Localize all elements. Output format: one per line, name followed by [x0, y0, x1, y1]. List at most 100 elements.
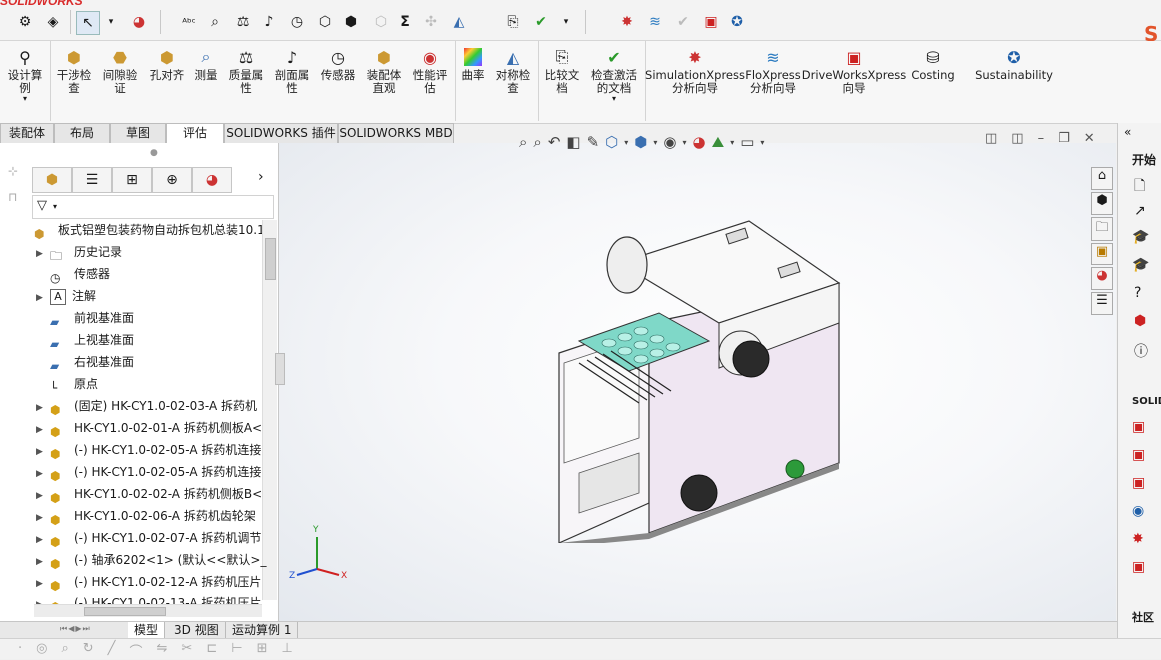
tutorial-icon[interactable]: 🎓: [1132, 257, 1149, 273]
driveworks-button[interactable]: ▣ DriveWorksXpress 向导: [802, 45, 906, 95]
measure-icon[interactable]: ⌕: [204, 11, 226, 33]
home-icon[interactable]: ⌂: [1091, 167, 1113, 190]
circle-icon[interactable]: ◎: [36, 641, 47, 660]
costing-button[interactable]: ⛁ Costing: [906, 45, 960, 82]
performance-button[interactable]: ◉ 性能评 估: [408, 45, 452, 95]
tab-model[interactable]: 模型: [128, 622, 166, 638]
tree-root[interactable]: ⬢ 板式铝塑包装药物自动拆包机总装10.1: [34, 219, 262, 241]
appearance-icon[interactable]: ◕: [128, 11, 150, 33]
driveworks-icon[interactable]: ▣: [700, 11, 722, 33]
prev-tab-icon[interactable]: ◀: [68, 624, 74, 636]
tree-scrollbar[interactable]: [262, 220, 277, 600]
filter-bar[interactable]: ▽ ▾: [32, 195, 274, 219]
zoom-to-fit-icon[interactable]: ⌕: [519, 133, 527, 151]
relation-icon[interactable]: ⊥: [281, 641, 292, 660]
display-manager-icon[interactable]: ◕: [192, 167, 232, 193]
tile-right-icon[interactable]: ◫: [1011, 131, 1023, 146]
tree-item-front-plane[interactable]: ▰ 前视基准面: [36, 307, 134, 329]
resource-icon[interactable]: ▣: [1132, 419, 1145, 435]
tree-item-right-plane[interactable]: ▰ 右视基准面: [36, 351, 134, 373]
resource-icon[interactable]: ▣: [1132, 559, 1145, 575]
first-tab-icon[interactable]: ⏮: [60, 624, 67, 636]
next-tab-icon[interactable]: ▶: [75, 624, 81, 636]
chevron-right-icon[interactable]: ›: [258, 169, 264, 185]
chevron-down-icon[interactable]: ▾: [683, 138, 687, 147]
edit-appearance-icon[interactable]: ◕: [693, 133, 706, 151]
measure-button[interactable]: ⌕ 测量: [190, 45, 222, 82]
floxpress-button[interactable]: ≋ FloXpress 分析向导: [744, 45, 802, 95]
chevron-down-icon[interactable]: ▾: [730, 138, 734, 147]
tutorial-icon[interactable]: 🎓: [1132, 229, 1149, 245]
dynamic-annotation-icon[interactable]: ✎: [587, 133, 600, 151]
tree-item-history[interactable]: ▶ 🗀 历史记录: [36, 241, 122, 263]
restore-icon[interactable]: ❐: [1058, 131, 1070, 146]
rotate-icon[interactable]: ↻: [83, 641, 94, 660]
tree-item-component[interactable]: ▶ ⬢ HK-CY1.0-02-01-A 拆药机侧板A<: [36, 417, 262, 439]
chevron-down-icon[interactable]: ▾: [653, 138, 657, 147]
simulation-icon[interactable]: ✸: [616, 11, 638, 33]
scrollbar-thumb[interactable]: [84, 607, 166, 616]
tree-item-origin[interactable]: └ 原点: [36, 373, 98, 395]
tab-solidworks-mbd[interactable]: SOLIDWORKS MBD: [338, 123, 454, 143]
check-icon[interactable]: ✔: [530, 11, 552, 33]
new-doc-icon[interactable]: 🗋: [1134, 175, 1145, 199]
dimxpert-icon[interactable]: ⊕: [152, 167, 192, 193]
chevron-down-icon[interactable]: ▾: [760, 138, 764, 147]
line-icon[interactable]: ╱: [108, 641, 116, 660]
tree-item-component[interactable]: ▶ ⬢ (-) HK-CY1.0-02-07-A 拆药机调节: [36, 527, 261, 549]
curvature-button[interactable]: 曲率: [458, 45, 488, 82]
tree-item-annotations[interactable]: ▶ A 注解: [36, 285, 96, 307]
graphics-viewport[interactable]: ⌕ ⌕ ↶ ◧ ✎ ⬡ ▾ ⬢ ▾ ◉ ▾ ◕ ⛰ ▾ ▭ ▾ ◫ ◫ – ❐ …: [275, 131, 1116, 621]
point-icon[interactable]: ·: [18, 641, 22, 660]
balance-icon[interactable]: ⚖: [232, 11, 254, 33]
select-pointer-icon[interactable]: ↖: [76, 11, 100, 35]
shield-icon[interactable]: ⬡: [370, 11, 392, 33]
view-palette-icon[interactable]: ▣: [1091, 242, 1113, 266]
tree-item-sensors[interactable]: ◷ 传感器: [36, 263, 110, 285]
display-style-icon[interactable]: ⬢: [634, 133, 647, 151]
property-manager-icon[interactable]: ☰: [72, 167, 112, 193]
flow-icon[interactable]: ≋: [644, 11, 666, 33]
view-orientation-icon[interactable]: ⬡: [605, 133, 618, 151]
zoom-area-icon[interactable]: ⌕: [533, 133, 541, 151]
configuration-manager-icon[interactable]: ⊞: [112, 167, 152, 193]
mirror-icon[interactable]: ⇋: [157, 641, 168, 660]
tab-evaluate[interactable]: 评估: [166, 123, 224, 143]
box-check-icon[interactable]: ⬢: [340, 11, 362, 33]
offset-icon[interactable]: ⊏: [206, 641, 217, 660]
last-tab-icon[interactable]: ⏭: [83, 624, 90, 636]
resource-icon[interactable]: ◉: [1132, 503, 1144, 519]
assembly-icon[interactable]: ⬡: [314, 11, 336, 33]
previous-view-icon[interactable]: ↶: [548, 133, 561, 151]
store-icon[interactable]: ⬢: [1134, 313, 1146, 329]
tab-motion-study[interactable]: 运动算例 1: [226, 622, 299, 638]
collapse-pane-icon[interactable]: «: [1124, 125, 1131, 139]
tab-sketch[interactable]: 草图: [110, 123, 166, 143]
flatten-icon[interactable]: ⊓: [8, 190, 17, 204]
minimize-icon[interactable]: –: [1038, 131, 1045, 146]
options-icon[interactable]: ⚙: [14, 11, 36, 33]
info-icon[interactable]: ⓘ: [1134, 341, 1148, 361]
resource-icon[interactable]: ✸: [1132, 531, 1144, 547]
file-explorer-icon[interactable]: 🗀: [1091, 216, 1113, 241]
sum-icon[interactable]: Σ: [394, 11, 416, 33]
tab-solidworks-addins[interactable]: SOLIDWORKS 插件: [224, 123, 338, 143]
symmetry-button[interactable]: ◭ 对称检 查: [492, 45, 534, 95]
view-settings-icon[interactable]: ▭: [740, 133, 754, 151]
tree-item-component[interactable]: ▶ ⬢ (-) HK-CY1.0-02-05-A 拆药机连接: [36, 461, 261, 483]
hole-align-button[interactable]: ⬢ 孔对齐: [146, 45, 188, 82]
cross-arrows-icon[interactable]: ✣: [420, 11, 442, 33]
feature-manager-icon[interactable]: ⬢: [32, 167, 72, 193]
tree-item-component[interactable]: ▶ ⬢ HK-CY1.0-02-02-A 拆药机侧板B<: [36, 483, 262, 505]
symmetry-icon[interactable]: ◭: [448, 11, 470, 33]
simxpress-button[interactable]: ✸ SimulationXpress 分析向导: [645, 45, 745, 95]
design-study-button[interactable]: ⚲ 设计算 例 ▾: [4, 45, 46, 103]
tab-scroll-arrows[interactable]: ⏮ ◀ ▶ ⏭: [60, 624, 124, 636]
check-doc-button[interactable]: ✔ 检查激活 的文档 ▾: [586, 45, 642, 103]
tree-item-component[interactable]: ▶⬢(-) HK-CY1.0-02-13-A 拆药机压片: [36, 592, 261, 604]
tile-left-icon[interactable]: ◫: [985, 131, 997, 146]
spell-check-icon[interactable]: ᴬᵇᶜ: [178, 11, 200, 33]
tab-layout[interactable]: 布局: [54, 123, 110, 143]
open-doc-icon[interactable]: ↗: [1134, 203, 1146, 219]
tree-item-component[interactable]: ▶ ⬢ (-) 轴承6202<1> (默认<<默认>_: [36, 549, 266, 571]
